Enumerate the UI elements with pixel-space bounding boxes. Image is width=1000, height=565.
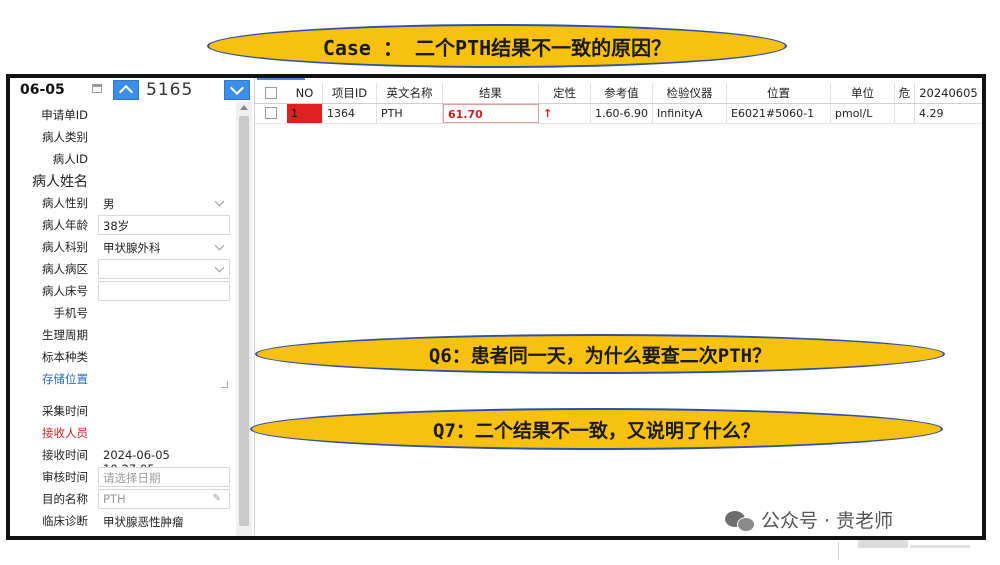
- field-bed: 病人床号: [10, 280, 232, 302]
- field-label: 生理周期: [42, 328, 88, 342]
- field-label: 接收时间: [42, 448, 88, 462]
- question-6-banner: Q6：患者同一天，为什么要查二次PTH？: [255, 334, 945, 374]
- col-qualitative[interactable]: 定性: [539, 83, 591, 103]
- col-reference[interactable]: 参考值: [591, 83, 653, 103]
- department-select[interactable]: 甲状腺外科: [98, 237, 230, 257]
- field-purpose: 目的名称 PTH ✎: [10, 488, 232, 510]
- field-receiver: 接收人员: [10, 422, 232, 444]
- select-all-checkbox[interactable]: [265, 87, 277, 99]
- purpose-value: PTH: [103, 492, 126, 506]
- patient-panel: 06-05 5165 申请单ID 病人类别 病人ID 病人姓名 病人性别 男 病…: [10, 78, 253, 536]
- patient-panel-topbar: 06-05 5165: [10, 78, 253, 102]
- col-position[interactable]: 位置: [727, 83, 831, 103]
- question-7-banner: Q7：二个结果不一致，又说明了什么？: [250, 408, 943, 450]
- field-label: 目的名称: [42, 492, 88, 506]
- row-position: E6021#5060-1: [727, 104, 831, 123]
- col-name[interactable]: 英文名称: [377, 83, 443, 103]
- chevron-down-icon: [214, 196, 225, 207]
- col-result[interactable]: 结果: [443, 83, 539, 103]
- field-diagnosis: 临床诊断 甲状腺恶性肿瘤: [10, 510, 232, 536]
- field-review-time: 审核时间 请选择日期: [10, 466, 232, 488]
- resize-handle[interactable]: [221, 381, 228, 388]
- field-ward: 病人病区: [10, 258, 232, 280]
- field-label: 申请单ID: [41, 108, 88, 122]
- misc-fields-area[interactable]: [98, 302, 230, 390]
- scroll-up-icon[interactable]: [240, 105, 248, 110]
- sex-value: 男: [103, 197, 115, 211]
- case-banner: Case ： 二个PTH结果不一致的原因？: [207, 24, 787, 68]
- field-label: 审核时间: [42, 470, 88, 484]
- age-input[interactable]: 38岁: [98, 215, 230, 235]
- grid-tab-indicator: [257, 78, 305, 80]
- row-result[interactable]: 61.70: [443, 104, 539, 123]
- field-label: 病人ID: [52, 152, 88, 166]
- results-grid: NO 项目ID 英文名称 结果 定性 参考值 检验仪器 位置 单位 危 2024…: [254, 78, 982, 536]
- col-no[interactable]: NO: [287, 83, 323, 103]
- field-label: 病人性别: [42, 196, 88, 210]
- col-previous[interactable]: 20240605: [915, 83, 982, 103]
- field-label: 病人科别: [42, 240, 88, 254]
- field-label: 病人类别: [42, 130, 88, 144]
- lis-window: 06-05 5165 申请单ID 病人类别 病人ID 病人姓名 病人性别 男 病…: [6, 74, 986, 540]
- sex-select[interactable]: 男: [98, 193, 230, 213]
- storage-link[interactable]: 存储位置: [42, 371, 88, 387]
- row-checkbox[interactable]: [265, 107, 277, 119]
- row-name: PTH: [377, 104, 443, 123]
- row-danger: [895, 104, 915, 123]
- field-label: 临床诊断: [42, 514, 88, 528]
- calendar-icon[interactable]: [92, 84, 102, 93]
- wechat-icon: [725, 509, 755, 532]
- field-label: 手机号: [53, 306, 89, 320]
- diagnosis-input[interactable]: 甲状腺恶性肿瘤: [98, 511, 230, 536]
- field-label: 病人病区: [42, 262, 88, 276]
- grid-header: NO 项目ID 英文名称 结果 定性 参考值 检验仪器 位置 单位 危 2024…: [255, 83, 982, 104]
- col-danger[interactable]: 危: [895, 83, 915, 103]
- row-unit: pmol/L: [831, 104, 895, 123]
- department-value: 甲状腺外科: [103, 241, 161, 255]
- sample-number: 5165: [146, 80, 194, 100]
- row-instrument: InfinityA: [653, 104, 727, 123]
- scroll-thumb[interactable]: [239, 116, 249, 526]
- previous-sample-button[interactable]: [113, 80, 139, 100]
- ward-select[interactable]: [98, 259, 230, 279]
- field-label: 标本种类: [42, 350, 88, 364]
- field-department: 病人科别 甲状腺外科: [10, 236, 232, 258]
- field-label: 病人年龄: [42, 218, 88, 232]
- row-previous: 4.29: [915, 104, 982, 123]
- field-label: 采集时间: [42, 404, 88, 418]
- receive-time-value[interactable]: 2024-06-05 10:27:05: [98, 445, 230, 476]
- field-receive-time: 接收时间 2024-06-05 10:27:05: [10, 444, 232, 476]
- col-instrument[interactable]: 检验仪器: [653, 83, 727, 103]
- field-label: 接收人员: [42, 426, 88, 440]
- corner-logo: [838, 540, 978, 560]
- field-label: 病人床号: [42, 284, 88, 298]
- row-reference: 1.60-6.90: [591, 104, 653, 123]
- purpose-input[interactable]: PTH ✎: [98, 489, 230, 509]
- row-flag-up-arrow: ↑: [539, 104, 591, 123]
- table-row[interactable]: 1 1364 PTH 61.70 ↑ 1.60-6.90 InfinityA E…: [255, 104, 982, 124]
- field-age: 病人年龄 38岁: [10, 214, 232, 236]
- watermark: 公众号 · 贵老师: [725, 506, 893, 533]
- field-collect-time: 采集时间: [10, 400, 232, 422]
- bed-input[interactable]: [98, 281, 230, 301]
- review-time-picker[interactable]: 请选择日期: [98, 467, 230, 487]
- watermark-text: 公众号 · 贵老师: [761, 510, 894, 532]
- chevron-down-icon: [214, 262, 225, 273]
- row-no: 1: [287, 104, 323, 123]
- row-item-id: 1364: [323, 104, 377, 123]
- col-unit[interactable]: 单位: [831, 83, 895, 103]
- date-label: 06-05: [20, 82, 65, 98]
- chevron-down-icon: [214, 240, 225, 251]
- field-sex: 病人性别 男: [10, 192, 232, 214]
- next-sample-button[interactable]: [224, 80, 250, 100]
- id-fields-area[interactable]: [98, 104, 230, 192]
- field-label: 病人姓名: [32, 174, 88, 190]
- col-item-id[interactable]: 项目ID: [323, 83, 377, 103]
- edit-pen-icon[interactable]: ✎: [213, 493, 221, 504]
